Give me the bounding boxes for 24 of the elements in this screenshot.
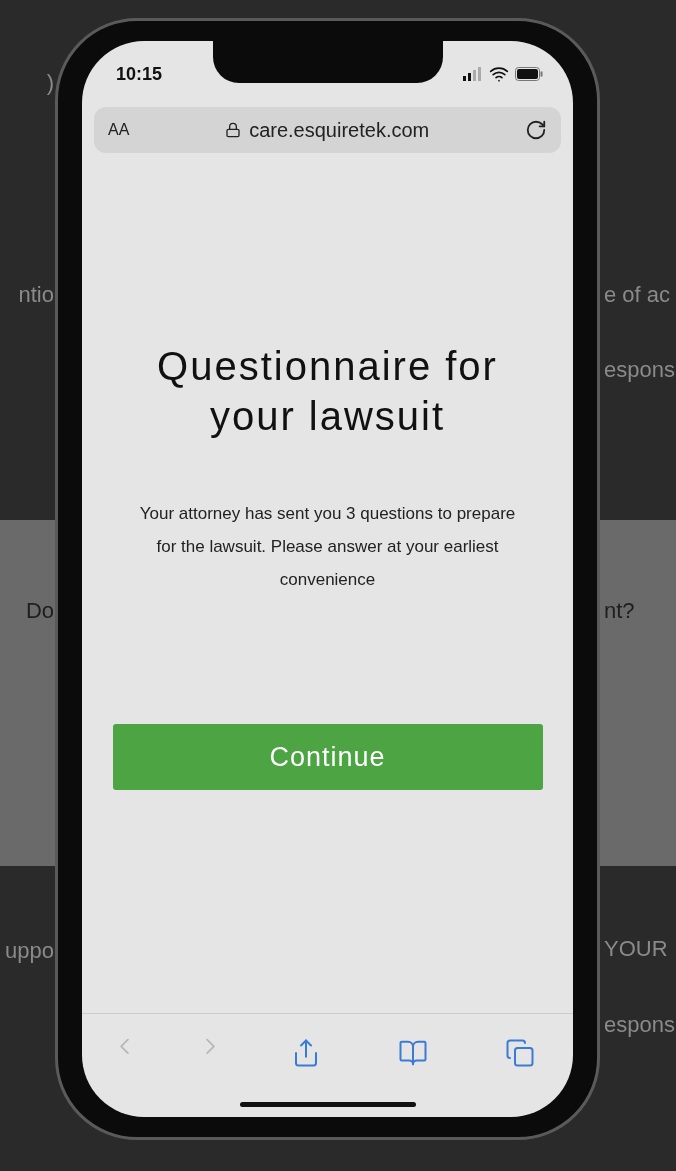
background-text: nt? — [604, 598, 635, 624]
tabs-icon — [504, 1038, 535, 1068]
background-text: ) — [46, 70, 54, 96]
chevron-right-icon — [205, 1038, 215, 1055]
background-text: Do — [25, 598, 54, 624]
battery-icon — [515, 67, 543, 81]
url-text: care.esquiretek.com — [249, 118, 430, 142]
address-bar[interactable]: AA care.esquiretek.com — [94, 107, 561, 153]
background-text: espons — [604, 1012, 675, 1038]
dialog-message: Your attorney has sent you 3 questions to prepare for the lawsuit. Please answer at your earliest convenience — [138, 503, 517, 591]
text-size-button[interactable]: AA — [108, 121, 130, 139]
background-text: YOUR — [604, 936, 668, 962]
dialog-title: Questionnaire for your lawsuit — [156, 343, 499, 440]
background-text: uppo — [5, 938, 54, 964]
chevron-left-icon — [120, 1038, 130, 1055]
background-text: ntio — [18, 282, 54, 308]
lock-icon — [225, 122, 242, 138]
book-icon — [398, 1038, 429, 1068]
background-text: e of ac — [604, 282, 671, 308]
signal-icon — [463, 67, 483, 81]
reload-icon[interactable] — [525, 119, 547, 141]
background-text: espons — [604, 357, 675, 383]
wifi-icon — [489, 64, 509, 84]
status-time: 10:15 — [116, 63, 163, 85]
